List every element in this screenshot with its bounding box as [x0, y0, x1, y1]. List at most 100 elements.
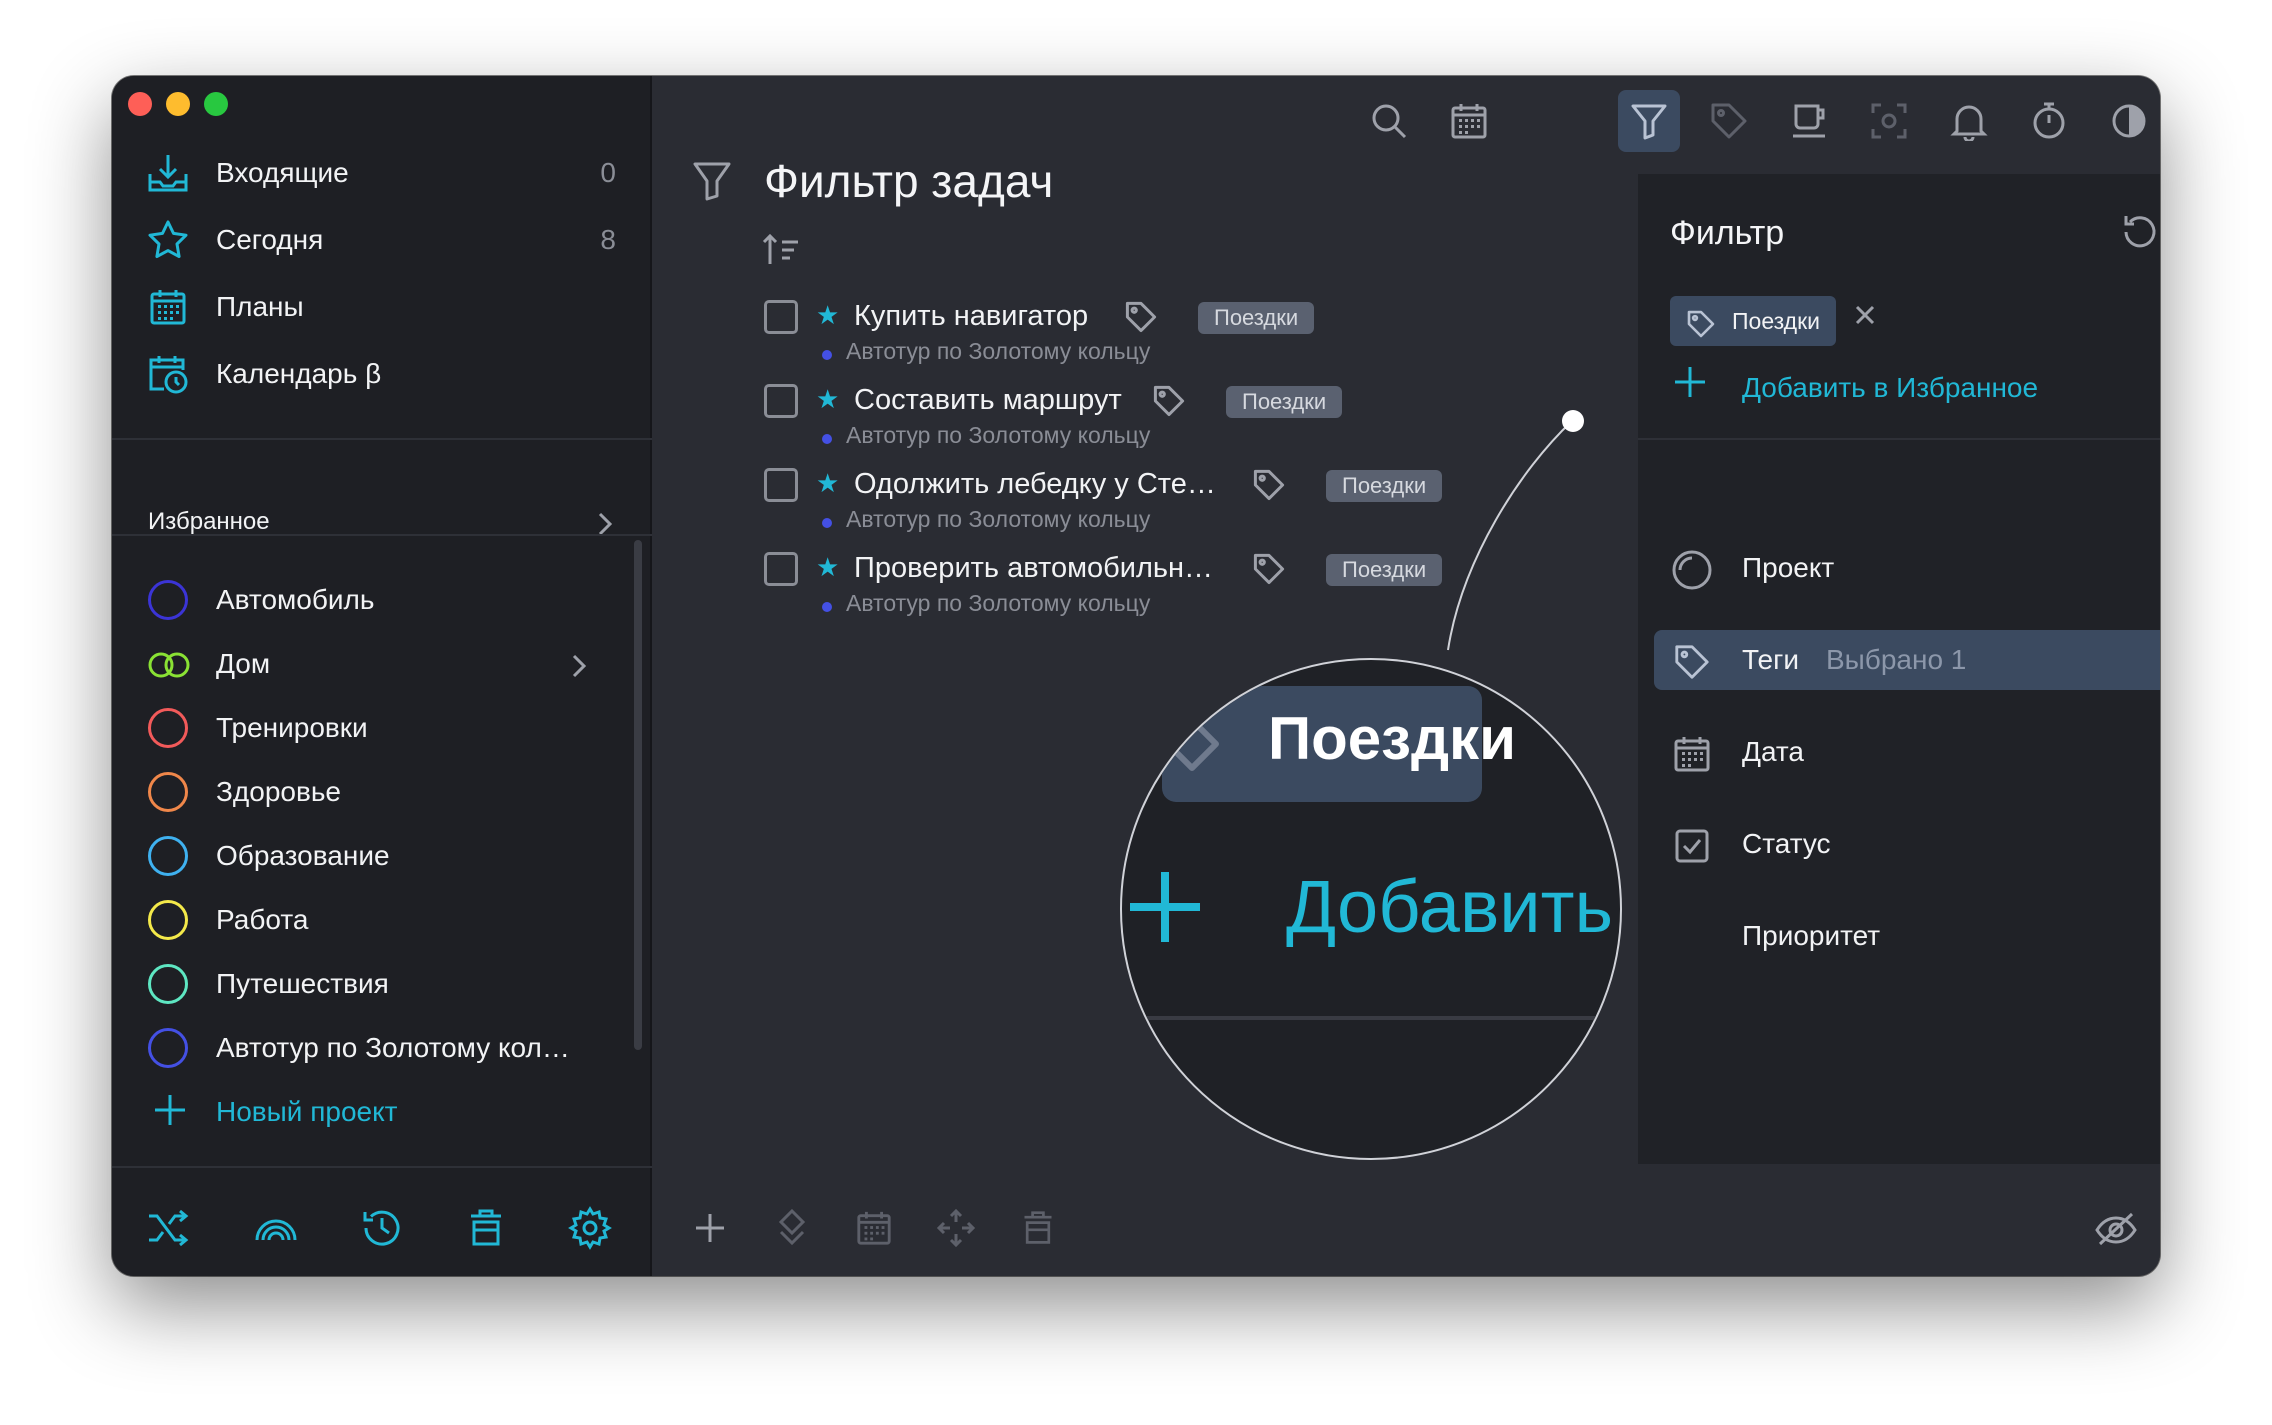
project-item[interactable]: Путешествия: [112, 952, 632, 1016]
filter-row-value: Выбрано 1: [1826, 644, 1967, 675]
shuffle-icon[interactable]: [146, 1206, 190, 1250]
contrast-icon[interactable]: [2098, 90, 2160, 152]
filter-row-label: Теги: [1742, 644, 1799, 675]
window-controls: [128, 92, 228, 116]
calendar-grid-icon: [146, 285, 190, 329]
coffee-icon[interactable]: [1778, 90, 1840, 152]
tag-icon[interactable]: [1698, 90, 1760, 152]
trash-icon[interactable]: [464, 1206, 508, 1250]
filter-row-label: Дата: [1742, 736, 1805, 767]
magnified-chip-label: Поездки: [1268, 705, 1516, 772]
reset-icon[interactable]: [2118, 210, 2160, 259]
tag-icon: [1252, 468, 1286, 507]
project-item[interactable]: Работа: [112, 888, 632, 952]
add-to-favorites-button[interactable]: Добавить в Избранное: [1670, 362, 2160, 412]
favorites-label: Избранное: [148, 508, 270, 535]
project-item[interactable]: Тренировки: [112, 696, 632, 760]
filter-icon: [692, 160, 732, 207]
remove-chip-icon[interactable]: [1850, 300, 1880, 335]
project-item[interactable]: Автотур по Золотому кол…: [112, 1016, 632, 1080]
calendar-icon[interactable]: [1438, 90, 1500, 152]
project-label: Дом: [216, 648, 271, 679]
sidebar-item-today[interactable]: Сегодня 8: [112, 207, 652, 273]
project-item[interactable]: Дом: [112, 632, 632, 696]
task-tag[interactable]: Поездки: [1326, 554, 1443, 586]
filter-row-priority[interactable]: Приоритет: [1654, 906, 2160, 966]
timer-icon[interactable]: [2018, 90, 2080, 152]
trash-icon[interactable]: [1016, 1206, 1060, 1250]
rainbow-icon[interactable]: [254, 1206, 298, 1250]
sidebar: Входящие 0 Сегодня 8 Планы Календарь β И…: [112, 76, 652, 1276]
sort-icon[interactable]: [762, 232, 802, 273]
inbox-icon: [146, 151, 190, 195]
sidebar-item-calendar[interactable]: Календарь β: [112, 341, 652, 407]
plus-icon: [150, 1090, 190, 1135]
project-label: Автомобиль: [216, 584, 375, 615]
magnified-divider: [1122, 1016, 1620, 1020]
task-tag[interactable]: Поездки: [1226, 386, 1343, 418]
app-window: Входящие 0 Сегодня 8 Планы Календарь β И…: [112, 76, 2160, 1276]
project-label: Автотур по Золотому кол…: [216, 1032, 570, 1063]
priority-icon[interactable]: [770, 1206, 814, 1250]
plus-icon[interactable]: [688, 1206, 732, 1250]
search-icon[interactable]: [1358, 90, 1420, 152]
project-circle-icon: [1670, 548, 1714, 592]
sidebar-item-inbox[interactable]: Входящие 0: [112, 140, 652, 206]
move-icon[interactable]: [934, 1206, 978, 1250]
filter-row-tags[interactable]: Теги Выбрано 1: [1654, 630, 2160, 690]
linked-rings-icon: [146, 650, 192, 685]
task-checkbox[interactable]: [764, 468, 798, 502]
tag-icon: [1252, 552, 1286, 591]
star-icon: ★: [816, 300, 840, 330]
sidebar-item-label: Входящие: [216, 157, 349, 188]
page-title: Фильтр задач: [764, 155, 1054, 207]
filter-row-status[interactable]: Статус: [1654, 814, 2160, 874]
close-window-button[interactable]: [128, 92, 152, 116]
task-title: Проверить автомобильн…: [854, 552, 1213, 584]
sidebar-scrollbar[interactable]: [634, 540, 642, 1050]
hide-completed-icon[interactable]: [2094, 1206, 2138, 1250]
gear-icon[interactable]: [568, 1206, 612, 1250]
filter-row-label: Приоритет: [1742, 920, 1881, 951]
add-to-favorites-label: Добавить в Избранное: [1742, 372, 2039, 403]
history-icon[interactable]: [360, 1206, 404, 1250]
magnified-add-label: Добавить: [1286, 865, 1614, 948]
task-tag[interactable]: Поездки: [1198, 302, 1315, 334]
project-item[interactable]: Автомобиль: [112, 568, 632, 632]
zoom-window-button[interactable]: [204, 92, 228, 116]
focus-icon[interactable]: [1858, 90, 1920, 152]
active-filter-label: Поездки: [1732, 308, 1820, 334]
filter-icon[interactable]: [1618, 90, 1680, 152]
sidebar-item-plans[interactable]: Планы: [112, 274, 652, 340]
task-item[interactable]: ★ Купить навигатор Поездки Автотур по Зо…: [764, 298, 1524, 382]
task-checkbox[interactable]: [764, 384, 798, 418]
task-tag[interactable]: Поездки: [1326, 470, 1443, 502]
plus-icon: [1670, 362, 1710, 407]
sidebar-item-label: Сегодня: [216, 224, 324, 255]
task-item[interactable]: ★ Одолжить лебедку у Сте… Поездки Автоту…: [764, 466, 1524, 550]
calendar-icon[interactable]: [852, 1206, 896, 1250]
active-filter-chip[interactable]: Поездки: [1670, 296, 1836, 346]
project-item[interactable]: Образование: [112, 824, 632, 888]
chevron-right-icon[interactable]: [566, 646, 590, 691]
favorites-section[interactable]: Избранное: [112, 496, 652, 552]
task-checkbox[interactable]: [764, 300, 798, 334]
tag-icon: [1162, 714, 1222, 779]
task-title: Составить маршрут: [854, 384, 1122, 416]
task-project-label: Автотур по Золотому кольцу: [846, 338, 1151, 364]
filter-row-project[interactable]: Проект: [1654, 538, 2160, 598]
new-project-button[interactable]: Новый проект: [112, 1084, 652, 1140]
magnifier-anchor-dot: [1562, 410, 1584, 432]
minimize-window-button[interactable]: [166, 92, 190, 116]
task-checkbox[interactable]: [764, 552, 798, 586]
status-check-icon: [1670, 824, 1714, 868]
task-item[interactable]: ★ Проверить автомобильн… Поездки Автотур…: [764, 550, 1524, 634]
task-title: Одолжить лебедку у Сте…: [854, 468, 1216, 500]
filter-row-date[interactable]: Дата: [1654, 722, 2160, 782]
task-project-label: Автотур по Золотому кольцу: [846, 506, 1151, 532]
sidebar-divider: [112, 438, 652, 440]
task-toolbar: [654, 1166, 2160, 1276]
project-item[interactable]: Здоровье: [112, 760, 632, 824]
task-item[interactable]: ★ Составить маршрут Поездки Автотур по З…: [764, 382, 1524, 466]
bell-icon[interactable]: [1938, 90, 2000, 152]
